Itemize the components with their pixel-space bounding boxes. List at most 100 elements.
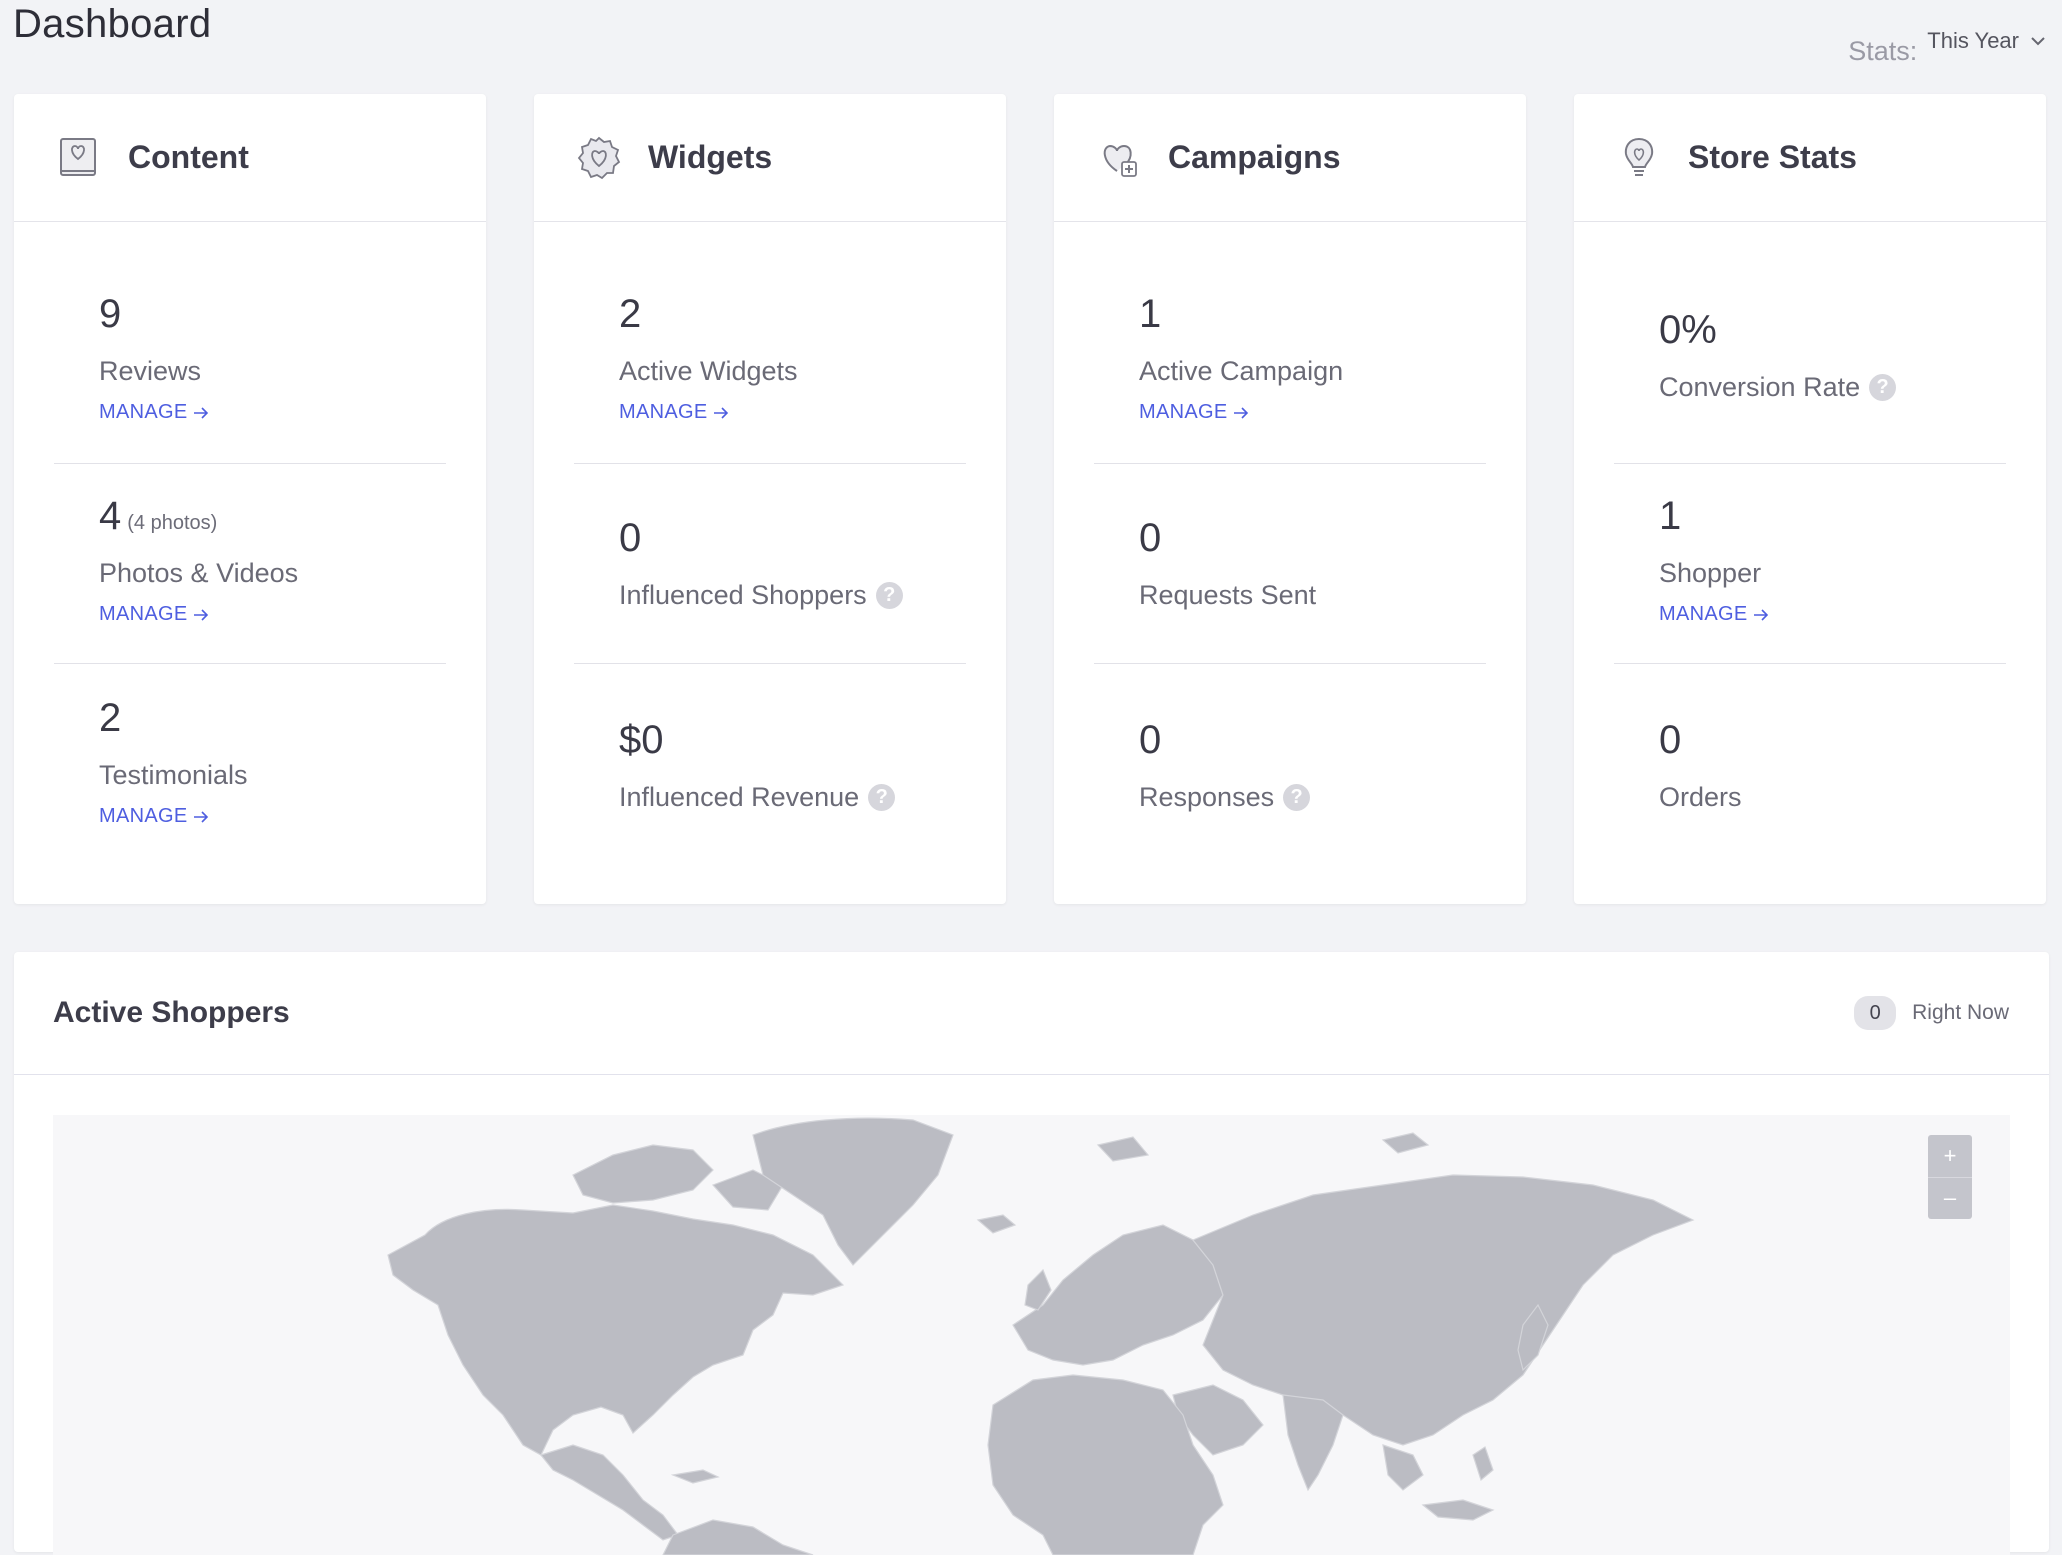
active-count-badge: 0 <box>1854 996 1897 1030</box>
lightbulb-heart-icon <box>1616 135 1662 181</box>
south-america-shape <box>662 1519 814 1555</box>
india-shape <box>1282 1394 1344 1492</box>
manage-label: MANAGE <box>99 805 188 827</box>
manage-campaigns-link[interactable]: MANAGE <box>1139 401 1250 424</box>
card-header: Widgets <box>534 94 1006 222</box>
stat-shopper: 1 Shopper MANAGE <box>1614 463 2006 626</box>
help-icon[interactable]: ? <box>1283 784 1311 811</box>
stat-label-row: Responses? <box>1139 782 1486 813</box>
zoom-in-button[interactable]: + <box>1928 1135 1972 1177</box>
manage-label: MANAGE <box>99 603 188 625</box>
widgets-card: Widgets 2 Active Widgets MANAGE 0 Influe… <box>534 94 1006 904</box>
stat-label: Conversion Rate <box>1659 372 1861 402</box>
arrow-right-icon <box>194 810 209 823</box>
philippines-shape <box>1472 1446 1494 1482</box>
manage-shoppers-link[interactable]: MANAGE <box>1659 603 1770 626</box>
stat-value: 0 <box>1139 718 1162 762</box>
stat-label: Responses <box>1139 782 1275 812</box>
stats-label: Stats: <box>1848 36 1918 66</box>
stat-testimonials: 2 Testimonials MANAGE <box>54 663 446 828</box>
svalbard-shape <box>1096 1136 1150 1162</box>
stat-value: 1 <box>1659 494 1682 538</box>
arrow-right-icon <box>714 406 729 419</box>
stat-responses: 0 Responses? <box>1094 663 1486 813</box>
stat-label: Influenced Revenue <box>619 782 860 812</box>
manage-widgets-link[interactable]: MANAGE <box>619 401 730 424</box>
photo-count: (4 photos) <box>127 512 218 534</box>
stat-value: 2 <box>99 696 122 740</box>
stat-requests-sent: 0 Requests Sent <box>1094 463 1486 611</box>
north-america-shape <box>387 1204 845 1456</box>
siberian-island-shape <box>1381 1132 1430 1154</box>
manage-label: MANAGE <box>1139 401 1228 423</box>
right-now-label: Right Now <box>1912 1001 2009 1024</box>
stat-label: Active Widgets <box>619 356 798 386</box>
active-shoppers-panel: Active Shoppers 0 Right Now + – <box>14 952 2049 1555</box>
card-header: Campaigns <box>1054 94 1526 222</box>
card-header: Content <box>14 94 486 222</box>
card-header: Store Stats <box>1574 94 2046 222</box>
central-america-shape <box>539 1444 679 1541</box>
card-title: Campaigns <box>1168 139 1341 175</box>
chevron-down-icon <box>2031 36 2045 45</box>
manage-label: MANAGE <box>619 401 708 423</box>
stat-label: Photos & Videos <box>99 558 299 588</box>
stat-conversion-rate: 0% Conversion Rate? <box>1614 310 2006 403</box>
stat-value: 9 <box>99 292 122 336</box>
stat-value: 2 <box>619 292 642 336</box>
iceland-shape <box>976 1214 1017 1234</box>
stat-label: Influenced Shoppers <box>619 580 867 610</box>
heart-plus-icon <box>1096 135 1142 181</box>
card-title: Store Stats <box>1688 139 1857 175</box>
southeast-asia-shape <box>1382 1444 1424 1491</box>
stat-value: 0 <box>1659 718 1682 762</box>
manage-testimonials-link[interactable]: MANAGE <box>99 805 210 828</box>
stat-influenced-shoppers: 0 Influenced Shoppers? <box>574 463 966 611</box>
asia-shape <box>1192 1174 1695 1446</box>
help-icon[interactable]: ? <box>875 582 903 609</box>
zoom-out-button[interactable]: – <box>1928 1178 1972 1220</box>
stats-value: This Year <box>1927 27 2019 53</box>
help-icon[interactable]: ? <box>868 784 896 811</box>
stat-value: $0 <box>619 718 664 762</box>
stat-orders: 0 Orders <box>1614 663 2006 813</box>
content-card: Content 9 Reviews MANAGE 4 (4 photos) Pho… <box>14 94 486 904</box>
stat-label: Orders <box>1659 782 1742 812</box>
manage-label: MANAGE <box>1659 603 1748 625</box>
right-now-indicator: 0 Right Now <box>1854 996 2009 1030</box>
arrow-right-icon <box>1234 406 1249 419</box>
stat-active-campaign: 1 Active Campaign MANAGE <box>1094 294 1486 424</box>
manage-label: MANAGE <box>99 401 188 423</box>
world-map[interactable]: + – <box>53 1115 2010 1555</box>
stat-label-row: Influenced Shoppers? <box>619 580 966 611</box>
page-title: Dashboard <box>13 2 212 46</box>
stats-period-dropdown[interactable]: Stats: This Year <box>1848 14 2047 67</box>
indonesia-shape <box>1421 1499 1495 1521</box>
stat-label-row: Influenced Revenue? <box>619 782 966 813</box>
stat-value: 0% <box>1659 308 1717 352</box>
store-stats-card: Store Stats 0% Conversion Rate? 1 Shoppe… <box>1574 94 2046 904</box>
stat-label: Testimonials <box>99 760 248 790</box>
stat-value: 4 (4 photos) <box>99 496 446 536</box>
active-shoppers-header: Active Shoppers 0 Right Now <box>14 952 2049 1075</box>
campaigns-card: Campaigns 1 Active Campaign MANAGE 0 Req… <box>1054 94 1526 904</box>
help-icon[interactable]: ? <box>1869 374 1897 401</box>
book-heart-icon <box>56 135 102 181</box>
stat-value: 1 <box>1139 292 1162 336</box>
stat-value: 0 <box>1139 516 1162 560</box>
arrow-right-icon <box>194 406 209 419</box>
stat-number: 4 <box>99 494 122 538</box>
stat-label: Reviews <box>99 356 202 386</box>
card-title: Widgets <box>648 139 773 175</box>
stat-photos-videos: 4 (4 photos) Photos & Videos MANAGE <box>54 463 446 626</box>
manage-reviews-link[interactable]: MANAGE <box>99 401 210 424</box>
badge-heart-icon <box>576 135 622 181</box>
caribbean-shape <box>670 1469 720 1484</box>
active-shoppers-title: Active Shoppers <box>53 996 290 1029</box>
arrow-right-icon <box>194 608 209 621</box>
stat-label: Requests Sent <box>1139 580 1317 610</box>
stat-label-row: Conversion Rate? <box>1659 372 2006 403</box>
stat-active-widgets: 2 Active Widgets MANAGE <box>574 294 966 424</box>
manage-photos-link[interactable]: MANAGE <box>99 603 210 626</box>
arrow-right-icon <box>1754 608 1769 621</box>
